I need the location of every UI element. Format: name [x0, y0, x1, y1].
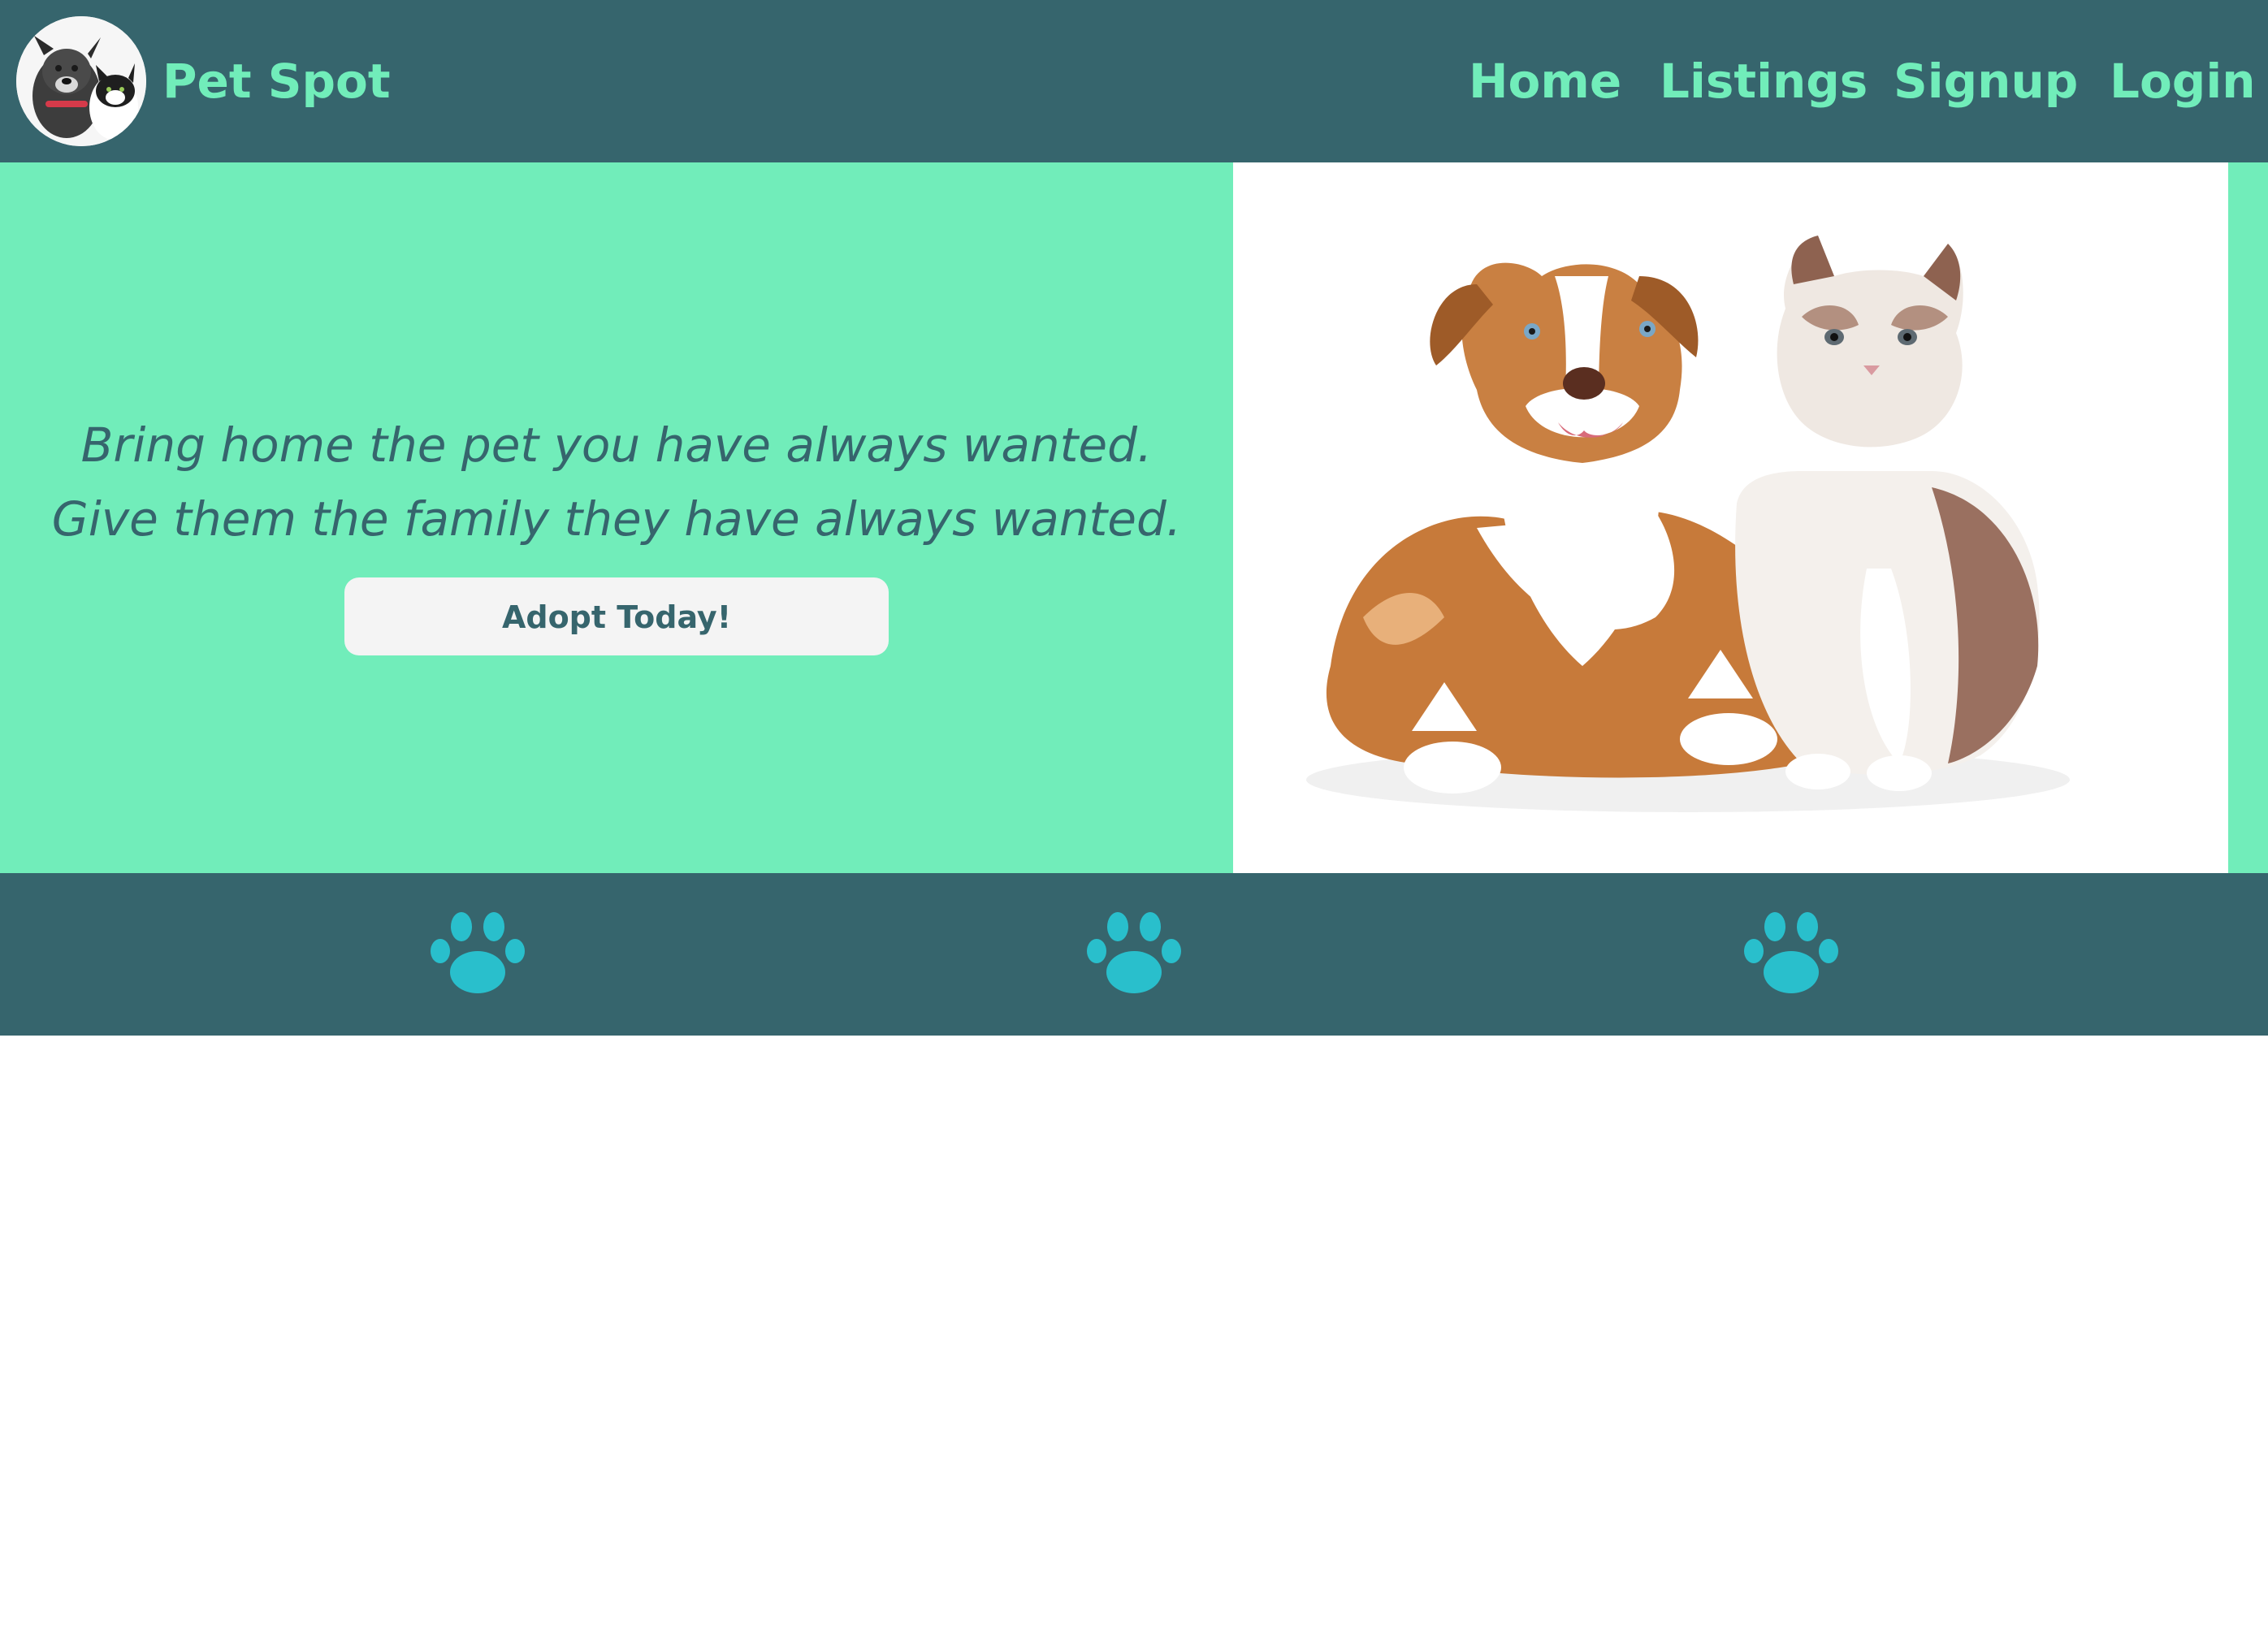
hero-photo [1233, 162, 2228, 873]
nav-listings-link[interactable]: Listings [1660, 49, 1868, 114]
navbar: Pet Spot Home Listings Signup Login [0, 0, 2268, 162]
nav-home-link[interactable]: Home [1469, 49, 1621, 114]
logo-avatar-icon[interactable] [16, 16, 146, 146]
adopt-today-button[interactable]: Adopt Today! [344, 577, 889, 655]
hero-tagline-line2: Give them the family they have always wa… [51, 491, 1182, 547]
dog-and-cat-avatar-icon [16, 16, 146, 146]
brand-name[interactable]: Pet Spot [162, 49, 391, 114]
hero-text-panel: Bring home the pet you have always wante… [0, 162, 1233, 873]
paw-icon [1085, 909, 1183, 998]
hero-tagline-line1: Bring home the pet you have always wante… [80, 417, 1153, 473]
paw-icon [429, 909, 526, 998]
nav-login-link[interactable]: Login [2110, 49, 2256, 114]
paw-strip [0, 873, 2268, 1036]
paw-icon [1742, 909, 1840, 998]
hero-section: Bring home the pet you have always wante… [0, 162, 2268, 873]
dog-and-cat-photo [1233, 162, 2228, 873]
nav-signup-link[interactable]: Signup [1894, 49, 2078, 114]
